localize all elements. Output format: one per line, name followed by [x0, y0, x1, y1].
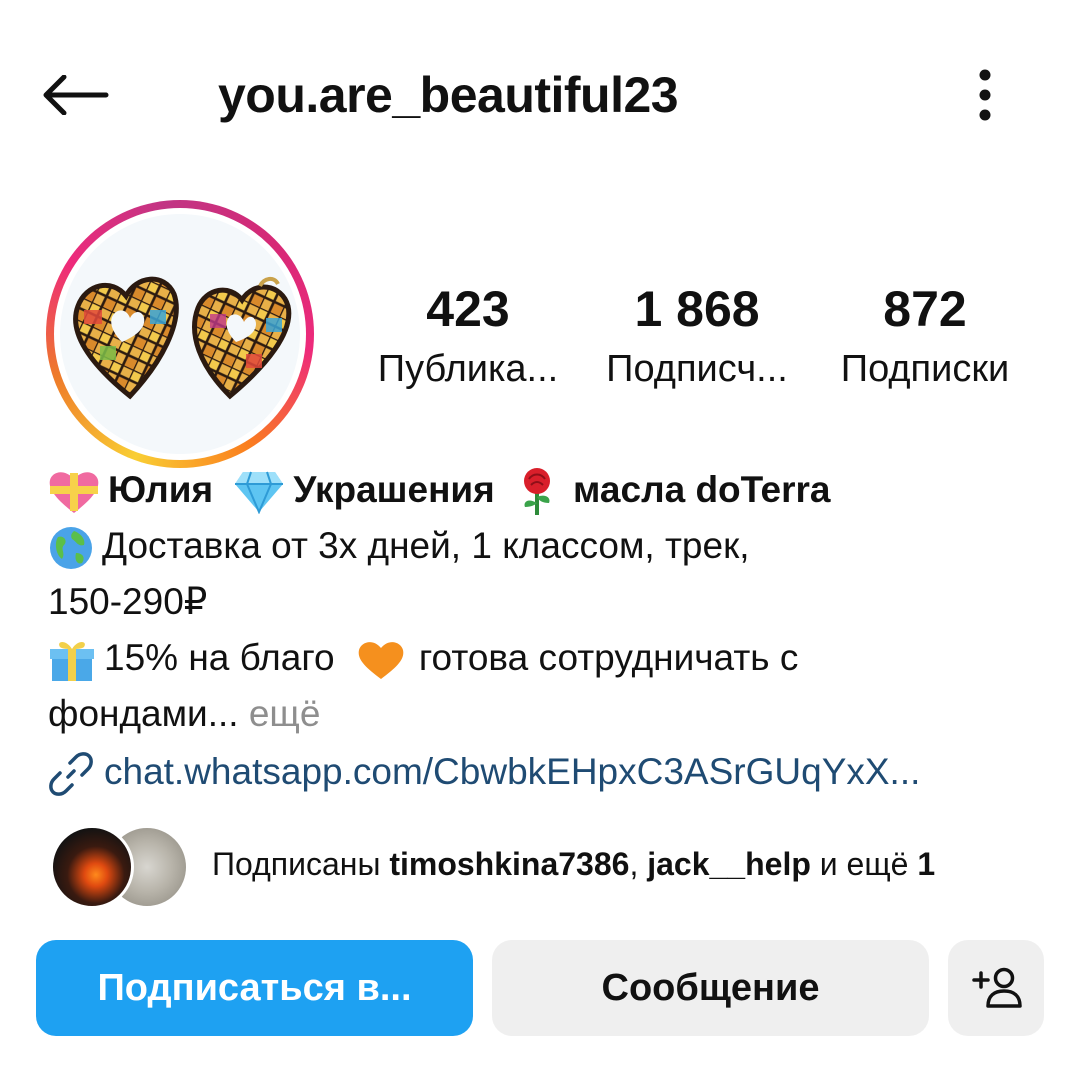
bio-website-link[interactable]: chat.whatsapp.com/CbwbkEHpxC3ASrGUqYxX..… [48, 744, 920, 800]
more-options-button[interactable] [960, 60, 1010, 130]
globe-icon [50, 527, 92, 570]
add-person-icon [972, 967, 1022, 1008]
bio-link-text: chat.whatsapp.com/CbwbkEHpxC3ASrGUqYxX..… [104, 751, 921, 792]
profile-avatar[interactable] [60, 214, 300, 454]
message-button[interactable]: Сообщение [492, 940, 929, 1036]
posts-label: Публика... [377, 348, 559, 390]
followers-stat[interactable]: 1 868 Подписч... [587, 280, 807, 396]
following-label: Подписки [840, 348, 1010, 390]
heart-earrings-image [73, 276, 292, 400]
bio-oils: масла doTerra [573, 469, 831, 510]
link-icon [49, 752, 93, 797]
following-count: 872 [883, 281, 967, 337]
suggested-accounts-button[interactable] [948, 940, 1044, 1036]
bio-delivery-line: Доставка от 3х дней, 1 классом, трек, [48, 518, 750, 574]
heart-gift-icon [49, 472, 99, 514]
arrow-left-icon [43, 75, 109, 115]
follow-back-button[interactable]: Подписаться в... [36, 940, 473, 1036]
followed-by-text[interactable]: Подписаны timoshkina7386, jack__help и е… [212, 838, 935, 890]
bio-name-line: Юлия Украшения масла doTerra [48, 462, 830, 518]
orange-heart-icon [358, 642, 404, 680]
kebab-menu-icon [979, 69, 991, 121]
diamond-icon [235, 471, 284, 515]
profile-username: you.are_beautiful23 [218, 67, 679, 123]
followed-by-separator: , [629, 846, 648, 882]
mutual-follower-avatar-1[interactable] [50, 825, 134, 909]
bio-charity-line: 15% на благо готова сотрудничать с [48, 630, 798, 686]
following-stat[interactable]: 872 Подписки [815, 280, 1035, 396]
posts-stat[interactable]: 423 Публика... [358, 280, 578, 396]
followed-by-prefix: Подписаны [212, 846, 390, 882]
bio-name: Юлия [108, 469, 214, 510]
bio-price-line: 150-290₽ [48, 581, 208, 622]
rose-icon [524, 468, 551, 516]
bio-charity-text: 15% на благо [104, 637, 335, 678]
followers-label: Подписч... [606, 348, 788, 390]
bio-delivery-text: Доставка от 3х дней, 1 классом, трек, [102, 525, 750, 566]
gift-icon [50, 642, 94, 682]
followed-by-user-1: timoshkina7386 [389, 846, 630, 882]
followed-by-count: 1 [917, 846, 936, 882]
bio-collab-text: готова сотрудничать с [418, 637, 799, 678]
followers-count: 1 868 [634, 281, 760, 337]
bio-funds-text: фондами... [48, 693, 239, 734]
followed-by-suffix: и ещё [810, 846, 918, 882]
back-button[interactable] [40, 60, 130, 130]
bio-more-link[interactable]: ещё [239, 693, 321, 734]
bio-funds-line: фондами... ещё [48, 686, 320, 742]
posts-count: 423 [426, 281, 510, 337]
bio-jewelry: Украшения [293, 469, 495, 510]
followed-by-user-2: jack__help [647, 846, 811, 882]
